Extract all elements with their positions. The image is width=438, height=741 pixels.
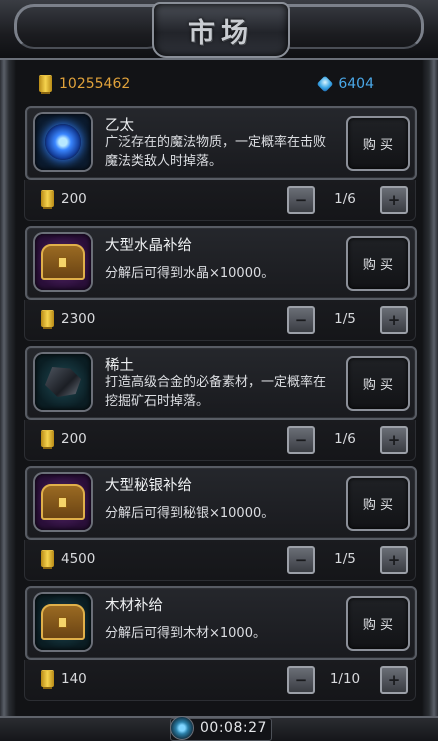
price-value: 200: [61, 191, 87, 207]
decrease-quantity-button[interactable]: −: [287, 546, 315, 574]
item-description: 分解后可得到木材×1000。: [105, 626, 266, 641]
clock-icon: [170, 716, 194, 740]
price-value: 4500: [61, 551, 96, 567]
item-name: 稀土: [105, 358, 134, 374]
page-title: 市场: [188, 17, 254, 49]
gold-coin-icon: [39, 76, 52, 92]
market-item: 大型水晶补给 分解后可得到水晶×10000。 购 买 2300 − 1/5 +: [24, 226, 417, 344]
item-card: 稀土 打造高级合金的必备素材，一定概率在挖掘矿石时掉落。 购 买: [25, 346, 417, 420]
gem-balance: 6404: [316, 75, 374, 93]
price-value: 2300: [61, 311, 96, 327]
item-description: 打造高级合金的必备素材，一定概率在挖掘矿石时掉落。: [105, 375, 327, 409]
item-icon-slot: [35, 114, 91, 170]
decrease-quantity-button[interactable]: −: [287, 186, 315, 214]
price-row: 200 − 1/6 +: [24, 420, 416, 461]
increase-quantity-button[interactable]: +: [380, 426, 408, 454]
rare-earth-ore-icon: [45, 367, 81, 397]
gold-balance: 10255462: [39, 76, 130, 92]
gold-coin-icon: [41, 311, 54, 327]
gold-coin-icon: [41, 551, 54, 567]
title-plate: 市场: [152, 2, 290, 58]
market-item: 大型秘银补给 分解后可得到秘银×10000。 购 买 4500 − 1/5 +: [24, 466, 417, 584]
gem-amount: 6404: [338, 76, 374, 92]
increase-quantity-button[interactable]: +: [380, 186, 408, 214]
item-price: 140: [41, 671, 87, 687]
buy-button[interactable]: 购 买: [346, 476, 410, 531]
price-value: 200: [61, 431, 87, 447]
refresh-timer: 00:08:27: [200, 720, 267, 736]
gold-coin-icon: [41, 191, 54, 207]
item-price: 2300: [41, 311, 95, 327]
item-price: 200: [41, 431, 87, 447]
item-icon-slot: [35, 474, 91, 530]
market-item: 木材补给 分解后可得到木材×1000。 购 买 140 − 1/10 +: [24, 586, 417, 704]
buy-button[interactable]: 购 买: [346, 236, 410, 291]
price-value: 140: [61, 671, 87, 687]
item-card: 木材补给 分解后可得到木材×1000。 购 买: [25, 586, 417, 660]
market-item: 乙太 广泛存在的魔法物质，一定概率在击败魔法类敌人时掉落。 购 买 200 − …: [24, 106, 417, 224]
quantity-display: 1/5: [334, 551, 356, 567]
price-row: 200 − 1/6 +: [24, 180, 416, 221]
item-description: 分解后可得到秘银×10000。: [105, 506, 275, 521]
decrease-quantity-button[interactable]: −: [287, 426, 315, 454]
item-description: 分解后可得到水晶×10000。: [105, 266, 275, 281]
price-row: 140 − 1/10 +: [24, 660, 416, 701]
item-icon-slot: [35, 594, 91, 650]
price-row: 4500 − 1/5 +: [24, 540, 416, 581]
decrease-quantity-button[interactable]: −: [287, 306, 315, 334]
decrease-quantity-button[interactable]: −: [287, 666, 315, 694]
header-ornament: 市场: [0, 0, 438, 60]
item-name: 大型秘银补给: [105, 478, 192, 494]
quantity-display: 1/6: [334, 431, 356, 447]
item-name: 乙太: [105, 118, 134, 134]
buy-button[interactable]: 购 买: [346, 356, 410, 411]
treasure-chest-icon: [41, 244, 85, 280]
quantity-display: 1/10: [329, 671, 361, 687]
increase-quantity-button[interactable]: +: [380, 546, 408, 574]
item-name: 大型水晶补给: [105, 238, 192, 254]
item-icon-slot: [35, 354, 91, 410]
ether-orb-icon: [45, 124, 81, 160]
gold-coin-icon: [41, 431, 54, 447]
gold-coin-icon: [41, 671, 54, 687]
gem-icon: [316, 75, 334, 93]
currency-bar: 10255462 6404: [24, 70, 414, 98]
buy-button[interactable]: 购 买: [346, 116, 410, 171]
market-item: 稀土 打造高级合金的必备素材，一定概率在挖掘矿石时掉落。 购 买 200 − 1…: [24, 346, 417, 464]
buy-button[interactable]: 购 买: [346, 596, 410, 651]
right-ornament: [271, 4, 424, 49]
quantity-display: 1/6: [334, 191, 356, 207]
increase-quantity-button[interactable]: +: [380, 666, 408, 694]
increase-quantity-button[interactable]: +: [380, 306, 408, 334]
treasure-chest-icon: [41, 604, 85, 640]
item-price: 200: [41, 191, 87, 207]
price-row: 2300 − 1/5 +: [24, 300, 416, 341]
treasure-chest-icon: [41, 484, 85, 520]
gold-amount: 10255462: [59, 76, 131, 92]
item-card: 大型水晶补给 分解后可得到水晶×10000。 购 买: [25, 226, 417, 300]
item-icon-slot: [35, 234, 91, 290]
quantity-display: 1/5: [334, 311, 356, 327]
item-description: 广泛存在的魔法物质，一定概率在击败魔法类敌人时掉落。: [105, 135, 327, 169]
item-price: 4500: [41, 551, 95, 567]
item-card: 乙太 广泛存在的魔法物质，一定概率在击败魔法类敌人时掉落。 购 买: [25, 106, 417, 180]
item-card: 大型秘银补给 分解后可得到秘银×10000。 购 买: [25, 466, 417, 540]
left-ornament: [14, 4, 167, 49]
item-name: 木材补给: [105, 598, 163, 614]
